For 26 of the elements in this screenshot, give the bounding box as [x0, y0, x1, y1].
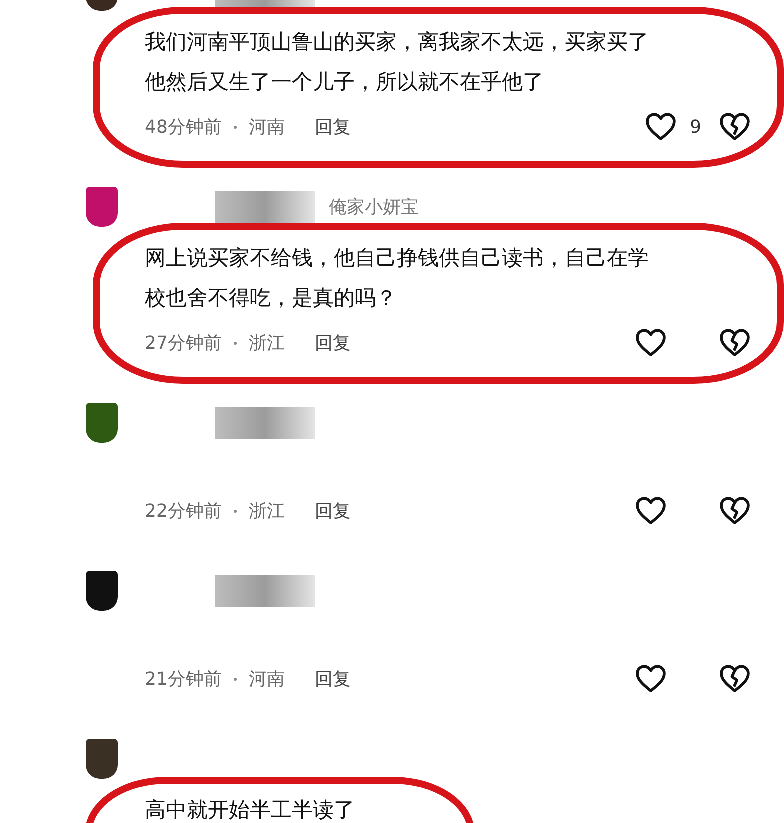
- timestamp: 22分钟前: [145, 500, 222, 523]
- location: 浙江: [248, 332, 285, 355]
- username[interactable]: 俺家小妍宝: [329, 195, 419, 219]
- avatar[interactable]: [86, 571, 118, 611]
- comment-text: 我们河南平顶山鲁山的买家，离我家不太远，买家买了: [145, 29, 650, 56]
- avatar[interactable]: [86, 403, 118, 443]
- location: 河南: [248, 116, 285, 139]
- reply-link[interactable]: 回复: [314, 331, 351, 355]
- reply-link[interactable]: 回复: [314, 499, 351, 523]
- comment-text: 高中就开始半工半读了: [145, 797, 356, 823]
- separator-dot: [234, 510, 237, 512]
- comment-text: 网上说买家不给钱，他自己挣钱供自己读书，自己在学: [145, 245, 650, 272]
- like-count: 9: [689, 116, 702, 138]
- reply-link[interactable]: 回复: [314, 667, 351, 691]
- separator-dot: [234, 678, 237, 680]
- comment-text: 他然后又生了一个儿子，所以就不在乎他了: [145, 69, 545, 96]
- separator-dot: [234, 126, 237, 128]
- timestamp: 27分钟前: [145, 332, 222, 355]
- timestamp: 48分钟前: [145, 116, 222, 139]
- separator-dot: [234, 342, 237, 344]
- reply-link[interactable]: 回复: [314, 115, 351, 139]
- comment-text: 校也舍不得吃，是真的吗？: [145, 285, 398, 312]
- location: 河南: [248, 668, 285, 691]
- avatar[interactable]: [86, 739, 118, 779]
- location: 浙江: [248, 500, 285, 523]
- timestamp: 21分钟前: [145, 668, 222, 691]
